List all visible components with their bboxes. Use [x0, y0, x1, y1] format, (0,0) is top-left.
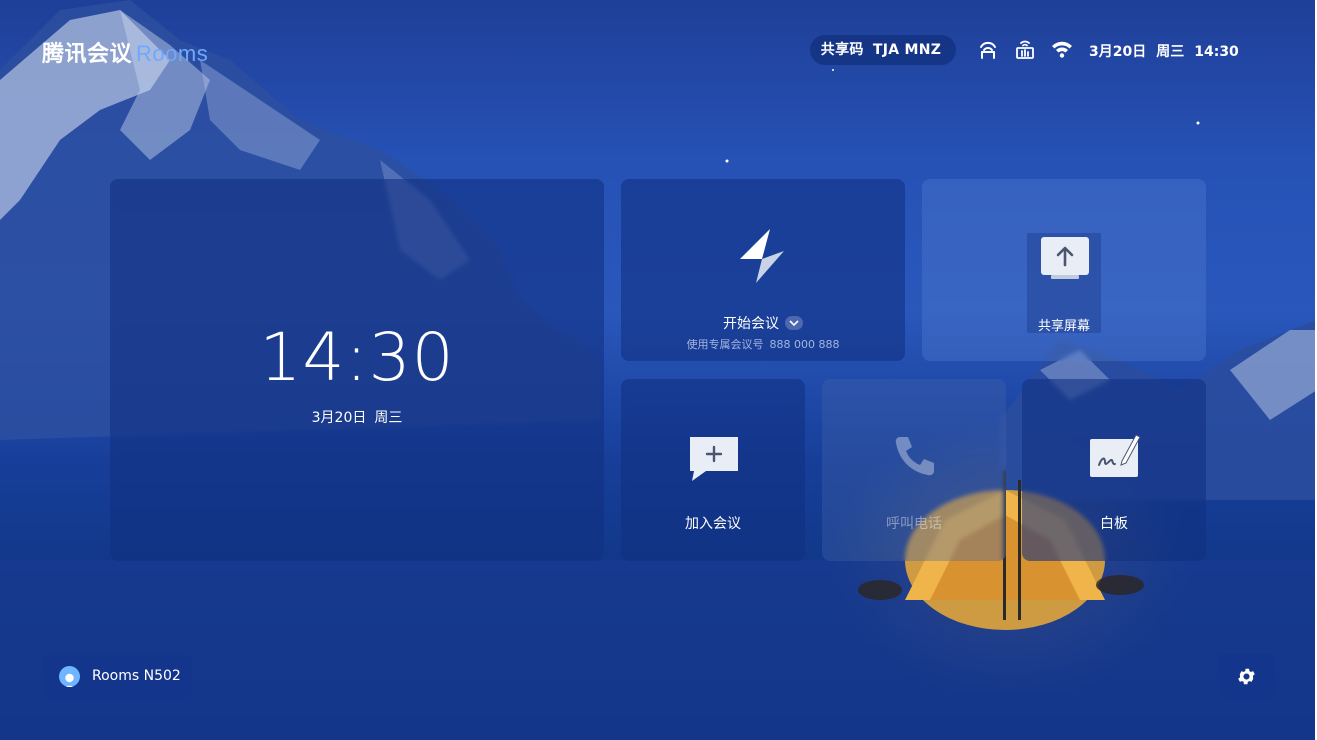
call-tile[interactable]: 呼叫电话 [822, 379, 1006, 561]
clock-card: 14:30 3月20日 周三 [110, 179, 604, 561]
status-weekday: 周三 [1156, 44, 1185, 60]
clock-date-day: 3月20日 [311, 410, 367, 426]
join-meeting-label: 加入会议 [685, 516, 741, 532]
status-datetime: 3月20日 周三 14:30 [1089, 41, 1239, 61]
chevron-down-icon[interactable] [785, 316, 803, 330]
share-screen-label: 共享屏幕 [1037, 319, 1090, 334]
share-code-value: TJA MNZ [872, 42, 942, 58]
personal-meeting-id-value: 888 000 888 [769, 338, 840, 351]
phone-icon [892, 433, 938, 483]
room-info-button[interactable]: Rooms N502 [43, 655, 192, 698]
add-chat-icon [688, 435, 740, 487]
device-cast-icon [1014, 38, 1036, 60]
start-meeting-label: 开始会议 [723, 316, 779, 332]
room-avatar-icon [59, 666, 80, 687]
settings-button[interactable] [1219, 654, 1274, 698]
personal-meeting-id-label: 使用专属会议号 [686, 338, 764, 351]
share-screen-tile[interactable]: 共享屏幕 [922, 179, 1206, 361]
clock-date: 3月20日 周三 [110, 407, 604, 427]
start-meeting-tile[interactable]: 开始会议 使用专属会议号 888 000 888 [621, 179, 905, 361]
share-screen-icon [1041, 237, 1089, 285]
room-name: Rooms N502 [92, 668, 181, 684]
status-time: 14:30 [1194, 44, 1239, 60]
share-code-pill[interactable]: 共享码 TJA MNZ [810, 35, 956, 65]
brand-product: Rooms [136, 41, 209, 66]
join-meeting-tile[interactable]: 加入会议 [621, 379, 805, 561]
brand-name: 腾讯会议 [42, 41, 133, 66]
whiteboard-tile[interactable]: 白板 [1022, 379, 1206, 561]
clock-time: 14:30 [259, 319, 455, 396]
whiteboard-pen-icon [1088, 431, 1142, 483]
app-logo: 腾讯会议 Rooms [42, 36, 208, 68]
call-label: 呼叫电话 [886, 516, 942, 532]
screen-cast-icon [977, 38, 999, 60]
personal-meeting-id: 使用专属会议号 888 000 888 [621, 336, 905, 352]
wifi-icon [1051, 38, 1073, 60]
lightning-icon [738, 227, 790, 289]
share-code-label: 共享码 [820, 42, 864, 58]
start-meeting-label-row: 开始会议 [621, 313, 905, 333]
whiteboard-label: 白板 [1100, 516, 1128, 532]
status-date: 3月20日 [1089, 44, 1147, 60]
clock-date-weekday: 周三 [374, 410, 403, 426]
